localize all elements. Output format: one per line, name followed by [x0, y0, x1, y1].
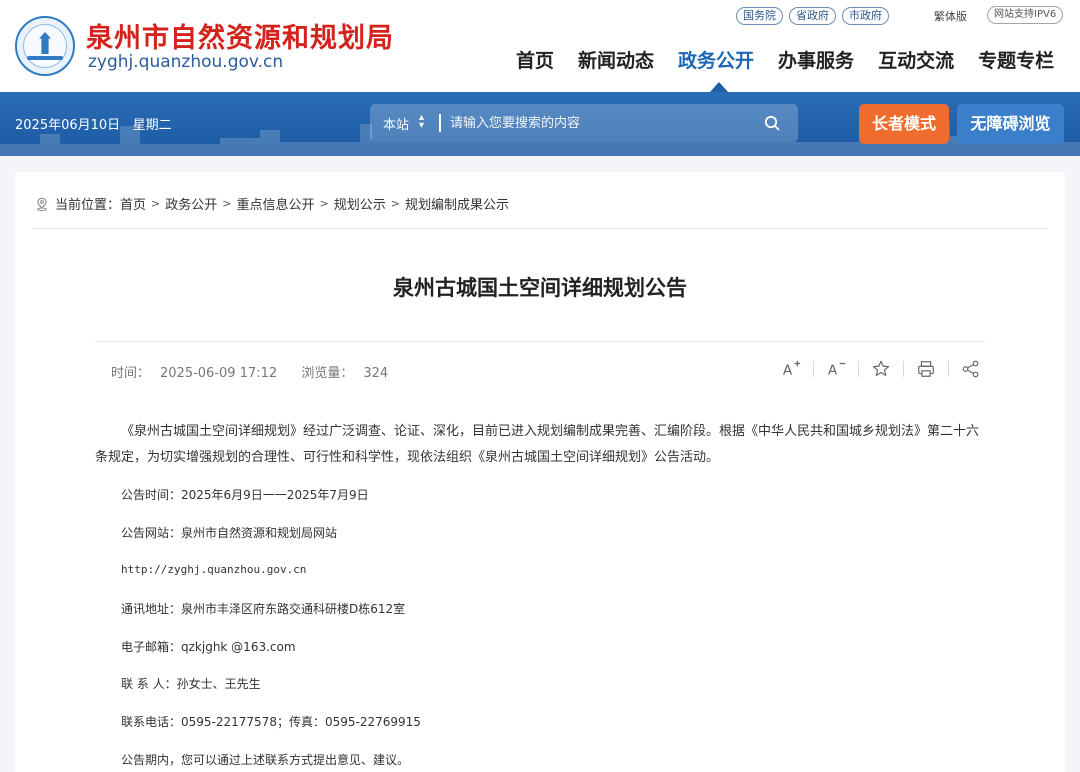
weekday-text: 星期二 [132, 118, 172, 133]
website-url-link[interactable]: http://zyghj.quanzhou.gov.cn [121, 563, 306, 576]
current-date: 2025年06月10日 星期二 [15, 114, 172, 133]
email-address: 电子邮箱：qzkjghk @163.com [121, 640, 296, 654]
nav-topics[interactable]: 专题专栏 [978, 46, 1054, 73]
search-icon[interactable] [764, 115, 780, 131]
svg-text:A: A [783, 362, 793, 378]
search-scope-select[interactable]: 本站 [383, 114, 409, 133]
search-box: 本站 ▴ ▾ [370, 104, 798, 142]
notice-period: 公告时间：2025年6月9日一一2025年7月9日 [121, 488, 369, 502]
font-decrease-icon[interactable]: A [825, 358, 847, 380]
wave-shape [27, 56, 63, 60]
font-increase-icon[interactable]: A [780, 358, 802, 380]
top-links: 国务院 省政府 市政府 [736, 7, 889, 25]
svg-text:A: A [828, 362, 838, 378]
link-municipal-gov[interactable]: 市政府 [842, 7, 889, 25]
breadcrumb-label: 当前位置： [55, 198, 121, 213]
accessible-browse-button[interactable]: 无障碍浏览 [957, 104, 1064, 144]
intro-line-1: 《泉州古城国土空间详细规划》经过广泛调查、论证、深化，目前已进入规划编制成果完善… [121, 424, 980, 439]
tool-divider [948, 361, 949, 377]
star-favorite-icon[interactable] [870, 358, 892, 380]
tool-divider [858, 361, 859, 377]
nav-gov-affairs[interactable]: 政务公开 [678, 46, 754, 73]
site-title[interactable]: 泉州市自然资源和规划局 [86, 16, 394, 55]
active-nav-caret-icon [710, 82, 728, 92]
article-tools: A A [780, 358, 982, 380]
time-value: 2025-06-09 17:12 [160, 366, 278, 381]
nav-services[interactable]: 办事服务 [778, 46, 854, 73]
breadcrumb-item-planning-results[interactable]: 规划编制成果公示 [405, 194, 509, 213]
breadcrumb-item-key-info[interactable]: 重点信息公开 [236, 194, 314, 213]
breadcrumb-item-gov-affairs[interactable]: 政务公开 [165, 194, 217, 213]
search-input[interactable] [450, 110, 750, 136]
print-icon[interactable] [915, 358, 937, 380]
main-nav: 首页 新闻动态 政务公开 办事服务 互动交流 专题专栏 [516, 46, 1054, 73]
phone-fax: 联系电话：0595-22177578；传真：0595-22769915 [121, 715, 421, 729]
notice-website: 公告网站：泉州市自然资源和规划局网站 [121, 526, 338, 540]
views-value: 324 [363, 366, 389, 381]
chevron-right-icon: > [222, 197, 232, 210]
emblem-logo-icon[interactable] [15, 16, 75, 76]
search-divider [439, 114, 441, 132]
nav-home[interactable]: 首页 [516, 46, 554, 73]
location-pin-icon [37, 197, 47, 211]
chevron-right-icon: > [151, 197, 161, 210]
chevron-right-icon: > [390, 197, 400, 210]
nav-interaction[interactable]: 互动交流 [878, 46, 954, 73]
nav-news[interactable]: 新闻动态 [578, 46, 654, 73]
tool-divider [813, 361, 814, 377]
toolbar-bar: 2025年06月10日 星期二 本站 ▴▾ 长者模式 无障碍浏览 [0, 92, 1080, 156]
scope-toggle-icon[interactable]: ▴ ▾ [419, 113, 424, 131]
contact-person: 联 系 人：孙女士、王先生 [121, 677, 261, 691]
view-count: 浏览量： 324 [301, 366, 398, 381]
breadcrumb: 当前位置： 首页 > 政务公开 > 重点信息公开 > 规划公示 > 规划编制成果… [35, 194, 509, 213]
article-card: 当前位置： 首页 > 政务公开 > 重点信息公开 > 规划公示 > 规划编制成果… [15, 172, 1065, 772]
tool-divider [903, 361, 904, 377]
traditional-chinese-link[interactable]: 繁体版 [934, 8, 967, 24]
views-label: 浏览量： [301, 366, 354, 381]
intro-line-2: 条规定，为切实增强规划的合理性、可行性和科学性，现依法组织《泉州古城国土空间详细… [95, 450, 720, 465]
article-title: 泉州古城国土空间详细规划公告 [393, 276, 687, 300]
ipv6-badge: 网站支持IPV6 [987, 6, 1064, 24]
site-domain: zyghj.quanzhou.gov.cn [88, 52, 284, 72]
chevron-right-icon: > [319, 197, 329, 210]
publish-time: 时间： 2025-06-09 17:12 [111, 366, 287, 381]
site-header: 泉州市自然资源和规划局 zyghj.quanzhou.gov.cn 国务院 省政… [0, 0, 1080, 92]
article-meta: 时间： 2025-06-09 17:12 浏览量： 324 [111, 362, 408, 381]
time-label: 时间： [111, 366, 151, 381]
link-provincial-gov[interactable]: 省政府 [789, 7, 836, 25]
share-icon[interactable] [960, 358, 982, 380]
breadcrumb-divider [32, 228, 1048, 229]
meta-divider [95, 341, 985, 342]
elder-mode-button[interactable]: 长者模式 [859, 104, 949, 144]
article-body: 《泉州古城国土空间详细规划》经过广泛调查、论证、深化，目前已进入规划编制成果完善… [95, 419, 985, 471]
breadcrumb-item-planning-notice[interactable]: 规划公示 [334, 194, 386, 213]
breadcrumb-item-home[interactable]: 首页 [120, 194, 146, 213]
date-text: 2025年06月10日 [15, 118, 121, 133]
link-state-council[interactable]: 国务院 [736, 7, 783, 25]
feedback-note: 公告期内，您可以通过上述联系方式提出意见、建议。 [121, 753, 410, 767]
mailing-address: 通讯地址：泉州市丰泽区府东路交通科研楼D栋612室 [121, 602, 406, 616]
